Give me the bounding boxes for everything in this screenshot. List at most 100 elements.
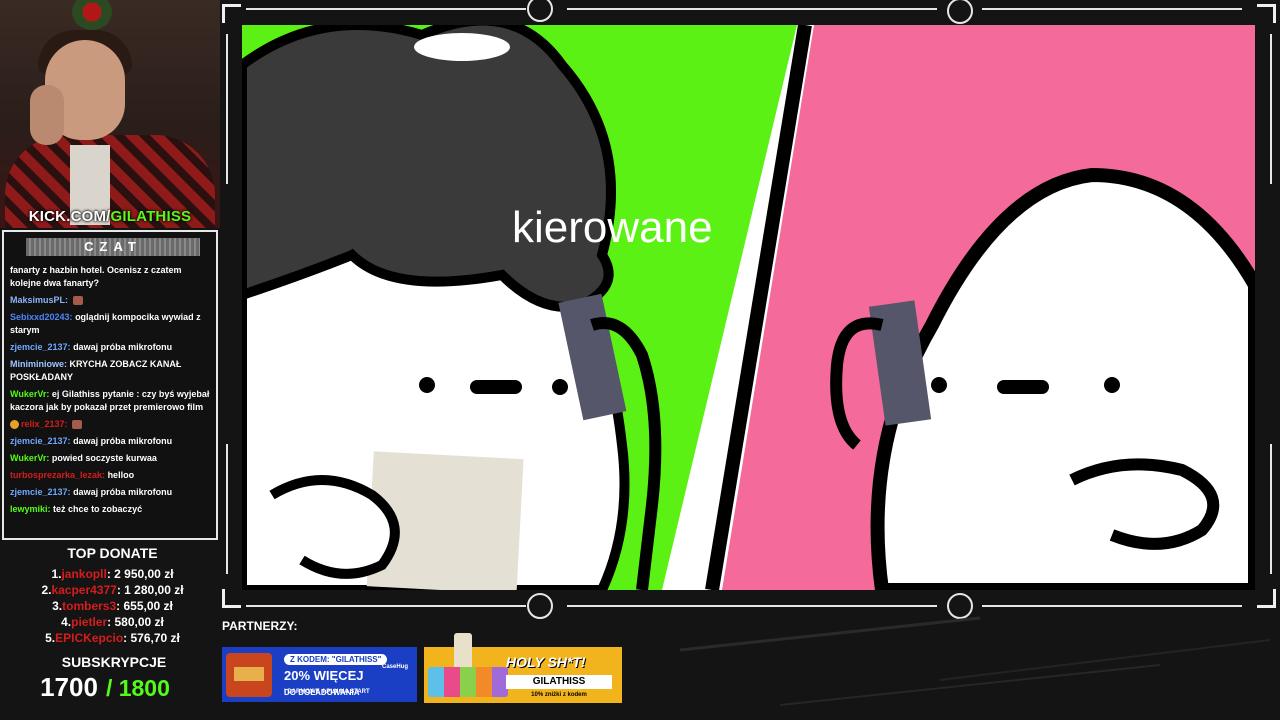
frame-line xyxy=(226,444,228,574)
chat-username: WukerVr: xyxy=(10,389,50,399)
frame-line xyxy=(982,8,1242,10)
right-eye xyxy=(1104,377,1120,393)
chat-username: turbosprezarka_lezak: xyxy=(10,470,106,480)
chat-username: zjemcie_2137: xyxy=(10,436,71,446)
subs-title: SUBSKRYPCJE xyxy=(61,654,167,670)
subs-goal: / 1800 xyxy=(105,675,170,701)
frame-corner xyxy=(1257,589,1276,608)
donate-rank: 2. xyxy=(41,583,52,597)
chat-username: Sebixxd20243: xyxy=(10,312,73,322)
cross-logo-icon xyxy=(527,593,553,619)
donate-row: 2.kacper4377: 1 280,00 zł xyxy=(0,582,225,598)
donate-rank: 4. xyxy=(61,615,72,629)
chat-message: zjemcie_2137: dawaj próba mikrofonu xyxy=(10,435,212,448)
right-eye xyxy=(931,377,947,393)
left-eye xyxy=(552,379,568,395)
chat-message: WukerVr: powied soczyste kurwaa xyxy=(10,452,212,465)
emote-icon xyxy=(72,296,83,306)
chat-username: WukerVr: xyxy=(10,453,50,463)
chat-text: helloo xyxy=(107,470,135,480)
chat-message: zjemcie_2137: dawaj próba mikrofonu xyxy=(10,486,212,499)
donate-amount: : 576,70 zł xyxy=(123,631,180,645)
chat-panel: CZAT fanarty z hazbin hotel. Ocenisz z c… xyxy=(2,230,218,540)
video-player: kierowane xyxy=(242,25,1255,590)
christmas-decoration xyxy=(72,0,112,30)
frame-corner xyxy=(1257,4,1276,23)
frame-line xyxy=(226,34,228,184)
donor-name: tombers3 xyxy=(62,599,117,613)
hair-highlight xyxy=(414,33,510,61)
casehug-banner[interactable]: Z KODEM: "GILATHISS" CaseHug 20% WIĘCEJ D… xyxy=(222,647,417,702)
kick-channel-url: KICK.COM/GILATHISS xyxy=(0,208,220,225)
product-packs-icon xyxy=(428,667,508,697)
left-mouth xyxy=(470,380,522,394)
chat-text: dawaj próba mikrofonu xyxy=(73,487,173,497)
chat-text: dawaj próba mikrofonu xyxy=(73,342,173,352)
donate-row: 1.jankopll: 2 950,00 zł xyxy=(0,566,225,582)
frame-corner xyxy=(222,589,241,608)
top-donate-list: 1.jankopll: 2 950,00 zł 2.kacper4377: 1 … xyxy=(0,566,225,646)
chat-message: turbosprezarka_lezak: helloo xyxy=(10,469,212,482)
kick-url-prefix: KICK.COM/ xyxy=(28,208,111,225)
donate-rank: 5. xyxy=(45,631,56,645)
casehug-subtext: I DARMOWE 4 PLN NA START xyxy=(284,689,370,695)
treasure-chest-icon xyxy=(226,653,272,697)
chat-username: lewymiki: xyxy=(10,504,51,514)
donate-amount: : 655,00 zł xyxy=(116,599,173,613)
chat-text: fanarty z hazbin hotel. Ocenisz z czatem… xyxy=(10,265,182,288)
donate-amount: : 2 950,00 zł xyxy=(106,567,174,581)
frame-line xyxy=(982,605,1242,607)
background-streaks xyxy=(679,616,1271,706)
holy-title: HOLY SH*T! xyxy=(506,654,586,670)
chat-username: relix_2137: xyxy=(21,419,68,429)
donate-rank: 1. xyxy=(51,567,62,581)
frame-line xyxy=(1270,444,1272,574)
donate-amount: : 580,00 zł xyxy=(107,615,164,629)
badge-icon xyxy=(10,420,19,430)
holy-subtext: 10% zniżki z kodem xyxy=(531,692,587,698)
chat-username: MaksimusPL: xyxy=(10,295,69,305)
left-character-hair xyxy=(242,25,616,312)
brand-logo-icon xyxy=(527,0,553,22)
frame-line xyxy=(567,8,937,10)
partners-label: PARTNERZY: xyxy=(222,619,298,633)
casehug-deal-main: 20% WIĘCEJ xyxy=(284,668,364,683)
donor-name: kacper4377 xyxy=(51,583,117,597)
chat-message: relix_2137: xyxy=(10,418,212,431)
left-eye xyxy=(419,377,435,393)
donate-row: 3.tombers3: 655,00 zł xyxy=(0,598,225,614)
chat-text: też chce to zobaczyć xyxy=(53,504,143,514)
holy-promo-code: GILATHISS xyxy=(506,675,612,689)
donate-row: 4.pietler: 580,00 zł xyxy=(0,614,225,630)
chat-message: Sebixxd20243: oglądnij kompocika wywiad … xyxy=(10,311,212,337)
frame-corner xyxy=(222,4,241,23)
holy-banner[interactable]: HOLY SH*T! GILATHISS 10% zniżki z kodem xyxy=(424,633,622,703)
chat-message: zjemcie_2137: dawaj próba mikrofonu xyxy=(10,341,212,354)
donate-rank: 3. xyxy=(52,599,63,613)
casehug-brand: CaseHug xyxy=(382,664,409,670)
chat-text: dawaj próba mikrofonu xyxy=(73,436,173,446)
casehug-promo-code: Z KODEM: "GILATHISS" xyxy=(284,654,388,665)
top-donate-title: TOP DONATE xyxy=(67,545,158,561)
compass-logo-icon xyxy=(947,0,973,24)
frame-line xyxy=(246,605,526,607)
chat-message: lewymiki: też chce to zobaczyć xyxy=(10,503,212,516)
streamer-hand xyxy=(30,85,64,145)
chat-message: Miniminiowe: KRYCHA ZOBACZ KANAŁ POSKŁAD… xyxy=(10,358,212,384)
subs-current: 1700 xyxy=(40,672,98,702)
donor-name: jankopll xyxy=(61,567,107,581)
donor-name: EPICKepcio xyxy=(55,631,124,645)
animation-scene xyxy=(242,25,1255,590)
frame-line xyxy=(567,605,937,607)
subs-counter: 1700 / 1800 xyxy=(0,672,210,703)
chat-username: Miniminiowe: xyxy=(10,359,67,369)
chat-message: fanarty z hazbin hotel. Ocenisz z czatem… xyxy=(10,264,212,290)
frame-line xyxy=(1270,34,1272,184)
webcam-feed xyxy=(0,0,220,228)
video-frame: kierowane xyxy=(222,0,1280,619)
frame-line xyxy=(246,8,526,10)
right-mouth xyxy=(997,380,1049,394)
chat-username: zjemcie_2137: xyxy=(10,342,71,352)
donate-amount: : 1 280,00 zł xyxy=(116,583,184,597)
chat-message: MaksimusPL: xyxy=(10,294,212,307)
